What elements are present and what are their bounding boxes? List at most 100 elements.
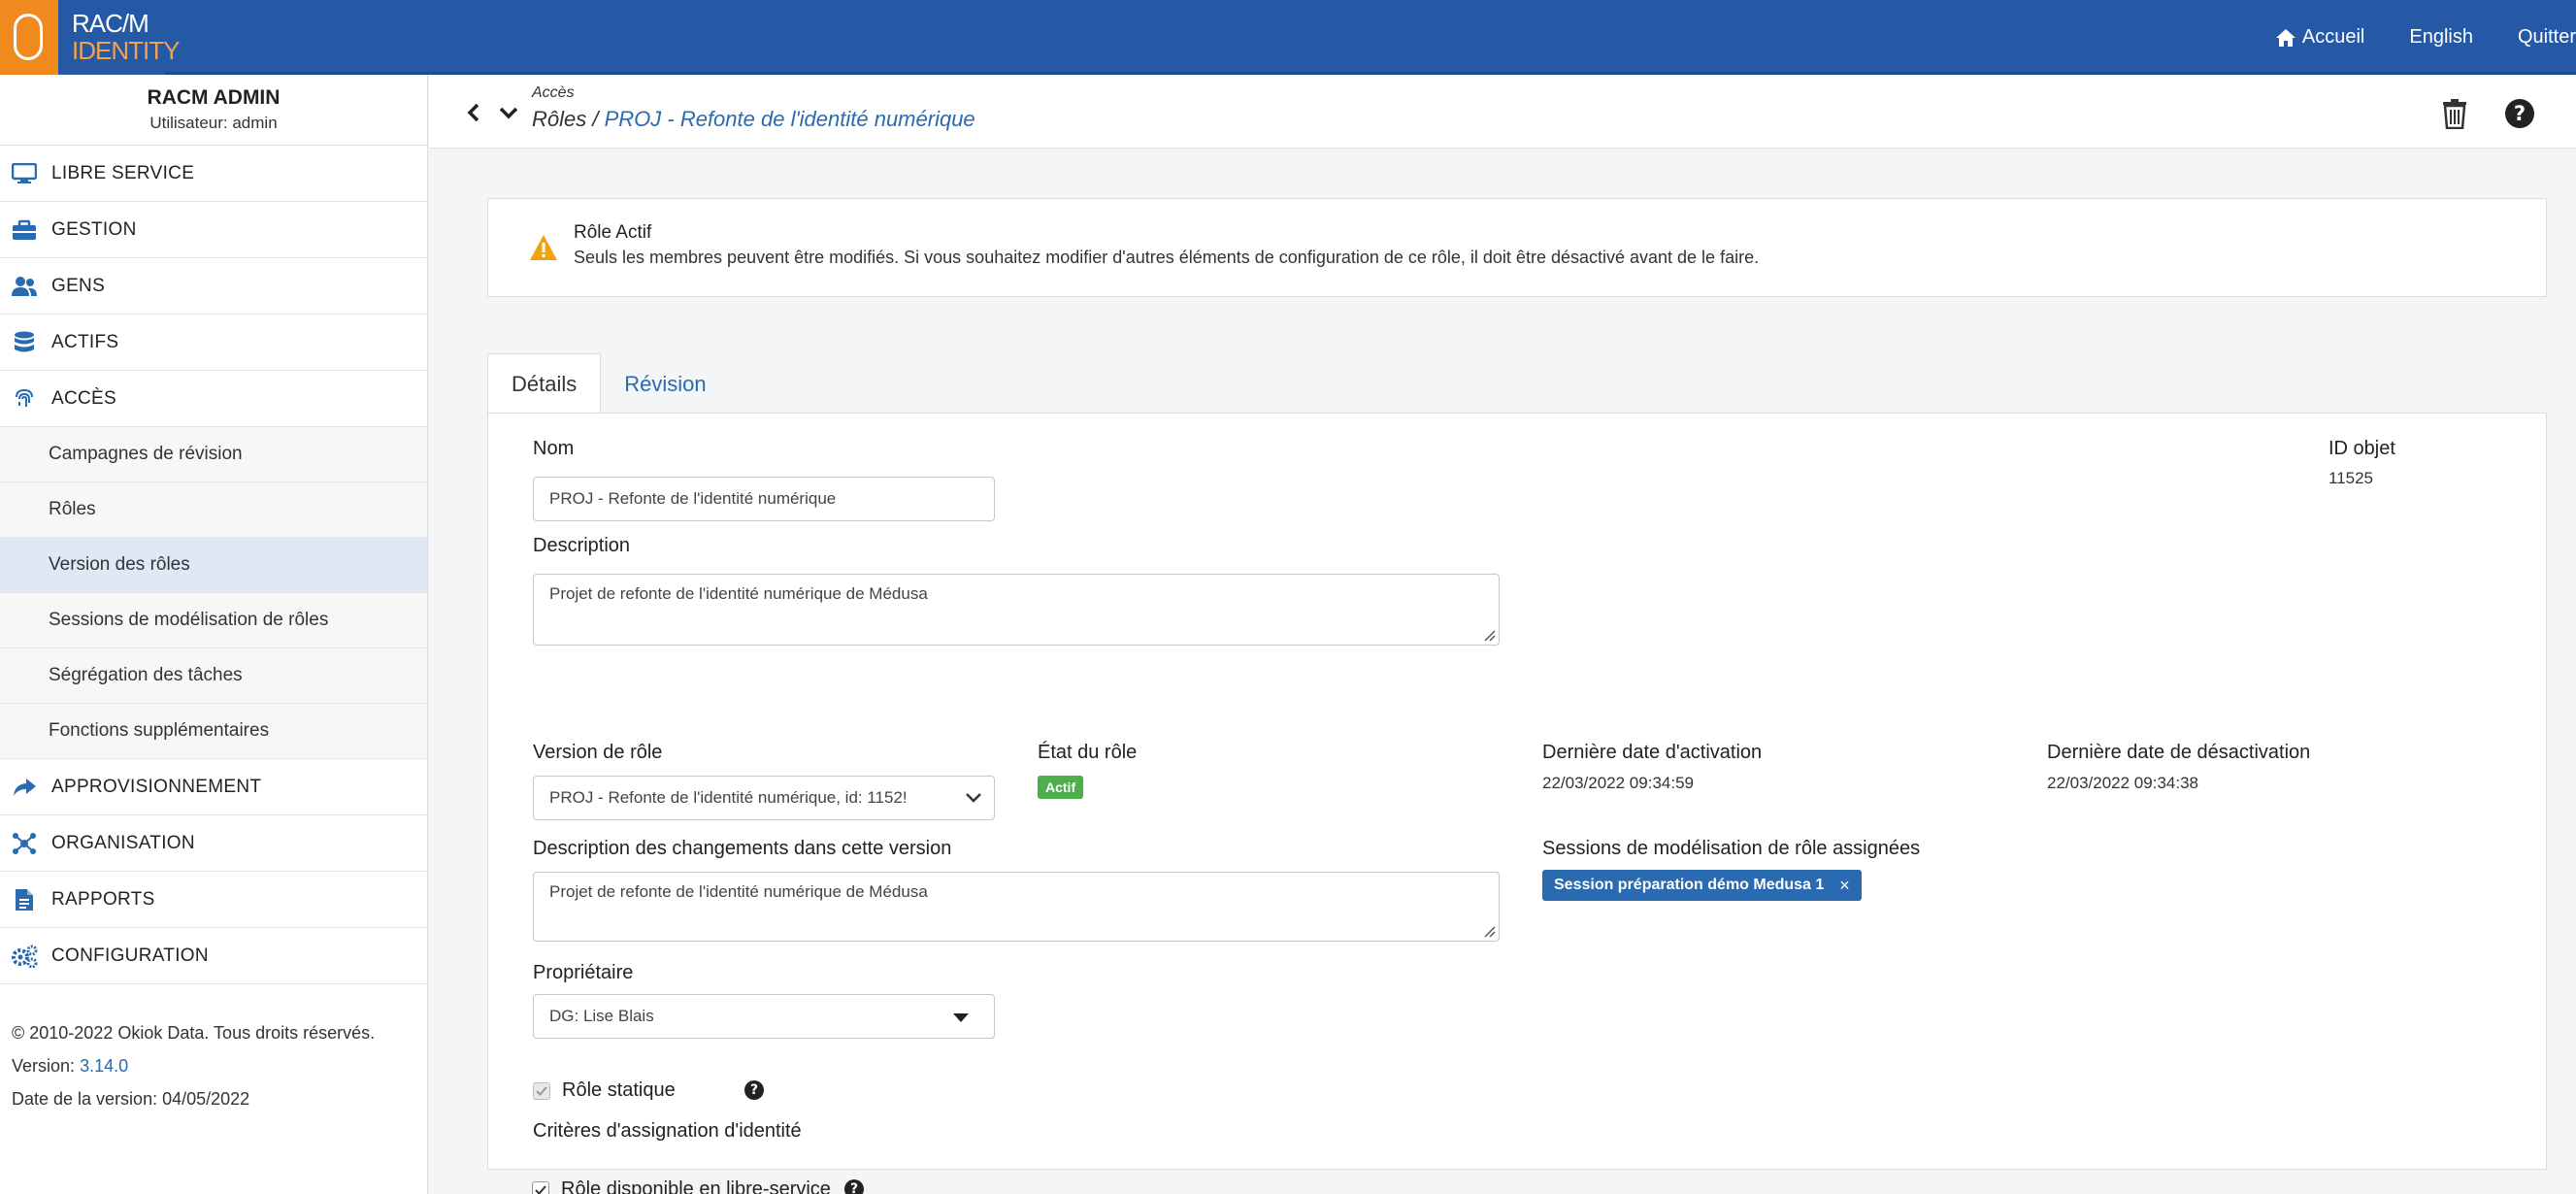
logo-mark-icon [0,0,58,75]
last-activation-value: 22/03/2022 09:34:59 [1542,774,1694,792]
delete-button[interactable] [2435,94,2474,133]
sidebar-item-acces[interactable]: ACCÈS [0,371,427,427]
sidebar-item-configuration[interactable]: CONFIGURATION [0,928,427,984]
warning-icon [530,235,557,260]
owner-label: Propriétaire [533,962,634,983]
report-icon [10,888,39,912]
app-logo[interactable]: RAC/M IDENTITY [0,0,180,75]
sessions-label: Sessions de modélisation de rôle assigné… [1542,838,1921,859]
criteria-label: Critères d'assignation d'identité [533,1120,802,1142]
monitor-icon [10,162,39,185]
details-panel: Nom PROJ - Refonte de l'identité numériq… [487,413,2547,1170]
share-arrow-icon [10,776,39,799]
admin-title: RACM ADMIN [147,86,281,109]
gears-icon [10,945,39,968]
home-link-label: Accueil [2301,26,2365,48]
resize-grip-icon[interactable] [1482,924,1496,938]
sidebar-item-label: ACTIFS [51,331,119,352]
home-icon [2275,28,2295,47]
home-link[interactable]: Accueil [2275,26,2364,49]
role-version-select[interactable]: PROJ - Refonte de l'identité numérique, … [533,776,995,820]
sidebar-item-organisation[interactable]: ORGANISATION [0,815,427,872]
back-button[interactable] [456,98,491,127]
language-link[interactable]: English [2409,26,2473,49]
trash-icon [2443,99,2466,129]
sidebar-subitem-campagnes[interactable]: Campagnes de révision [0,427,427,482]
caret-down-icon [953,1013,969,1022]
chevron-left-icon [467,103,479,122]
logo-text-line1: RAC/M [72,9,149,38]
tab-revision[interactable]: Révision [601,353,729,415]
sidebar-item-approvisionnement[interactable]: APPROVISIONNEMENT [0,759,427,815]
sidebar-item-rapports[interactable]: RAPPORTS [0,872,427,928]
sidebar-subitem-roles[interactable]: Rôles [0,482,427,538]
self-service-checkbox[interactable] [532,1181,549,1194]
sidebar-item-label: CONFIGURATION [51,945,209,966]
object-id-value: 11525 [2328,469,2374,487]
fingerprint-icon [10,387,39,411]
top-bar: RAC/M IDENTITY Accueil English Quitter [0,0,2576,75]
object-id-label: ID objet [2328,438,2395,459]
resize-grip-icon[interactable] [1482,628,1496,642]
sidebar-subitem-sessions[interactable]: Sessions de modélisation de rôles [0,593,427,648]
help-icon[interactable]: ? [844,1179,864,1194]
help-icon[interactable]: ? [744,1080,764,1100]
sidebar-item-label: GENS [51,275,106,296]
last-deactivation-label: Dernière date de désactivation [2047,742,2311,763]
sidebar-item-label: RAPPORTS [51,888,155,910]
role-version-label: Version de rôle [533,742,663,763]
description-field[interactable]: Projet de refonte de l'identité numériqu… [533,574,1500,646]
alert-text: Seuls les membres peuvent être modifiés.… [574,248,1760,267]
static-role-checkbox[interactable] [533,1082,550,1100]
top-nav: Accueil English Quitter [2275,0,2576,75]
active-role-alert: Rôle Actif Seuls les membres peuvent êtr… [487,198,2547,297]
last-activation-label: Dernière date d'activation [1542,742,1763,763]
sidebar-subitem-version-roles[interactable]: Version des rôles [0,538,427,593]
version-link[interactable]: 3.14.0 [80,1056,128,1076]
name-field[interactable]: PROJ - Refonte de l'identité numérique [533,477,995,521]
static-role-label: Rôle statique [562,1079,676,1101]
sidebar-item-actifs[interactable]: ACTIFS [0,315,427,371]
sidebar-item-gens[interactable]: GENS [0,258,427,315]
database-icon [10,331,39,354]
chevron-down-icon [966,793,981,803]
sidebar-subitem-fonctions[interactable]: Fonctions supplémentaires [0,704,427,759]
breadcrumb-link[interactable]: PROJ - Refonte de l'identité numérique [605,107,975,131]
sidebar-item-libre-service[interactable]: LIBRE SERVICE [0,146,427,202]
quit-link[interactable]: Quitter [2518,26,2576,49]
description-label: Description [533,535,631,556]
remove-tag-icon[interactable]: × [1839,876,1850,896]
sidebar-item-label: ACCÈS [51,387,116,409]
role-state-label: État du rôle [1038,742,1138,763]
expand-button[interactable] [491,98,526,127]
owner-select[interactable]: DG: Lise Blais [533,994,995,1039]
alert-title: Rôle Actif [574,222,652,243]
changes-label: Description des changements dans cette v… [533,838,952,859]
changes-value: Projet de refonte de l'identité numériqu… [549,882,928,901]
admin-box: RACM ADMIN Utilisateur: admin [0,75,427,146]
session-tag-label: Session préparation démo Medusa 1 [1554,877,1825,893]
sidebar-item-label: LIBRE SERVICE [51,162,195,183]
sidebar-subitem-segregation[interactable]: Ségrégation des tâches [0,648,427,704]
admin-user: Utilisateur: admin [149,114,278,132]
sidebar-item-gestion[interactable]: GESTION [0,202,427,258]
self-service-label: Rôle disponible en libre-service [561,1178,831,1194]
main-content: Accès Rôles / PROJ - Refonte de l'identi… [429,75,2576,1194]
check-icon [535,1185,546,1194]
breadcrumb: Rôles / PROJ - Refonte de l'identité num… [532,107,975,132]
owner-value: DG: Lise Blais [549,1007,654,1025]
tab-details[interactable]: Détails [487,353,602,415]
sidebar-item-label: APPROVISIONNEMENT [51,776,262,797]
network-icon [10,832,39,855]
help-icon: ? [2505,99,2534,128]
changes-field[interactable]: Projet de refonte de l'identité numériqu… [533,872,1500,942]
role-version-value: PROJ - Refonte de l'identité numérique, … [549,788,908,807]
sidebar-footer: © 2010-2022 Okiok Data. Tous droits rése… [12,1016,375,1115]
description-value: Projet de refonte de l'identité numériqu… [549,584,928,603]
logo-text-line2: IDENTITY [72,36,180,65]
users-icon [10,275,39,298]
sidebar-item-label: ORGANISATION [51,832,195,853]
copyright-text: © 2010-2022 Okiok Data. Tous droits rése… [12,1023,376,1043]
sidebar: RACM ADMIN Utilisateur: admin LIBRE SERV… [0,75,428,1194]
help-button[interactable]: ? [2500,94,2539,133]
